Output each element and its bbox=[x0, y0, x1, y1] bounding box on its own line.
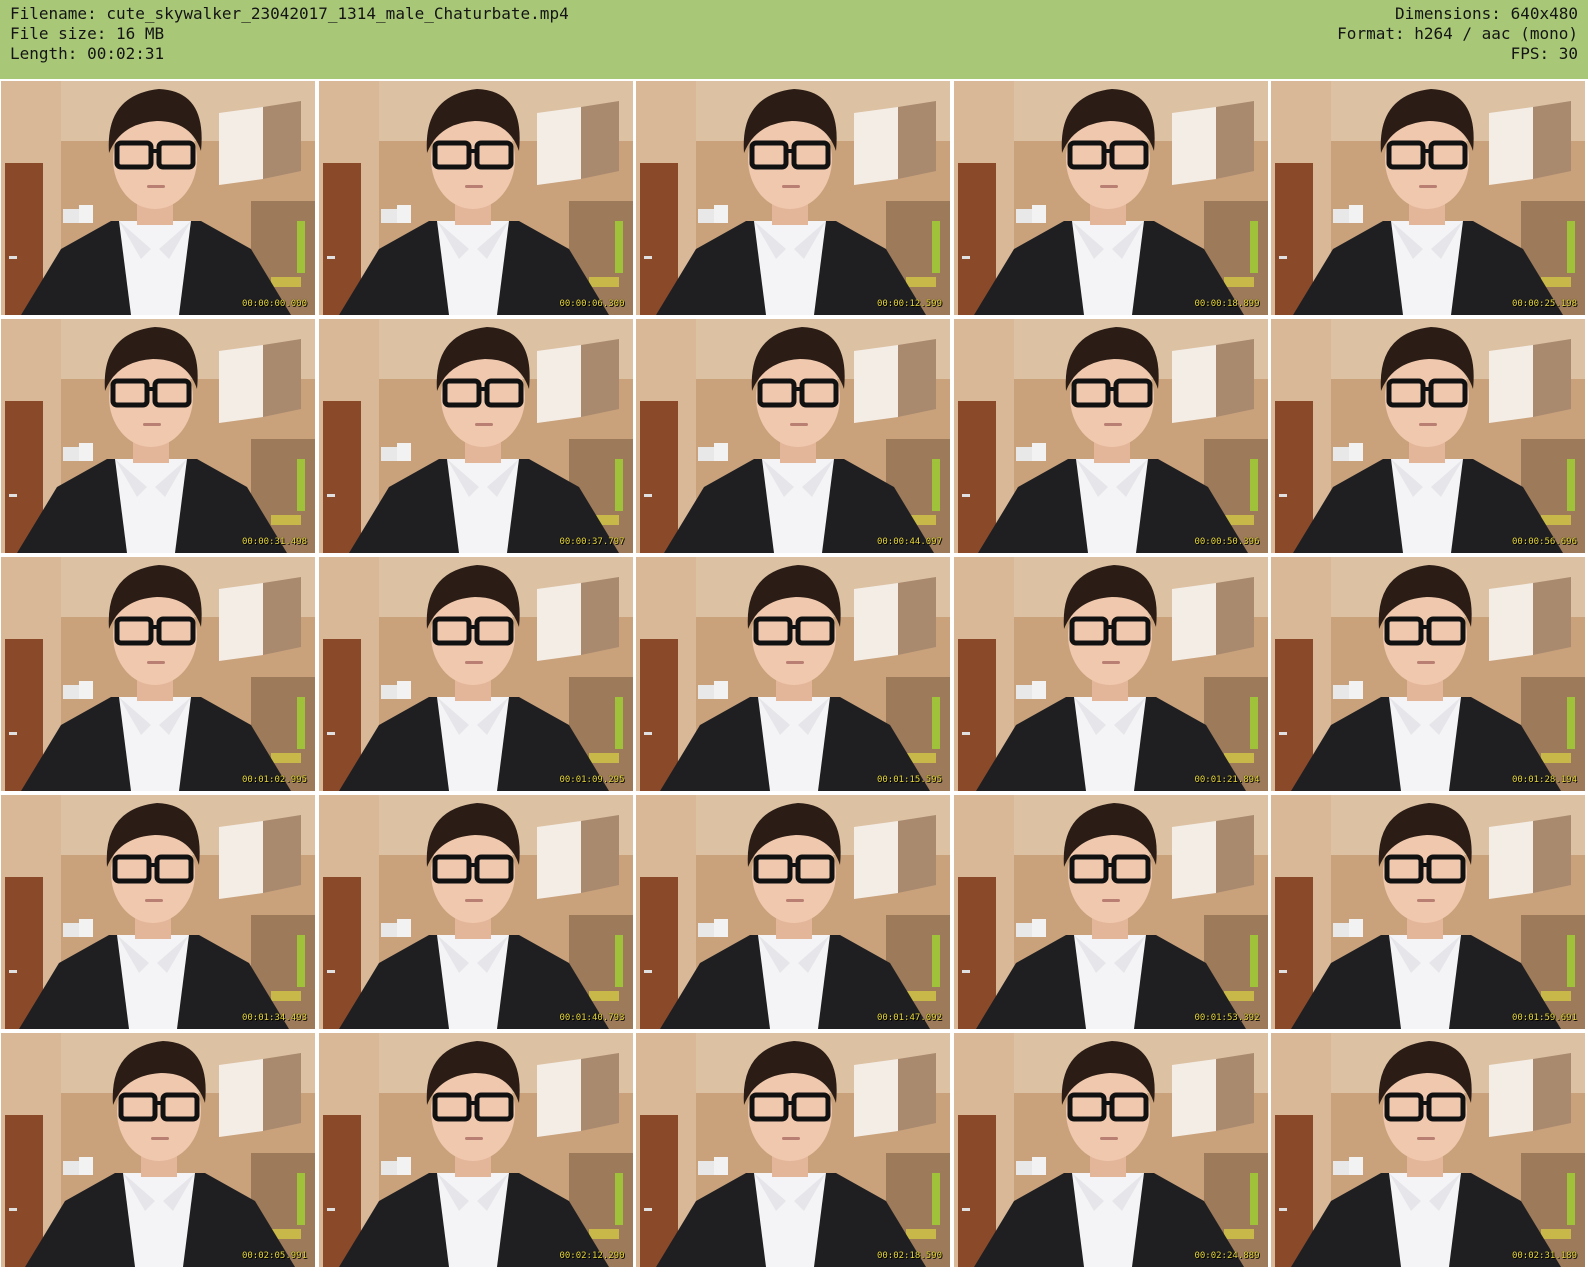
thumbnail-frame: 00:02:18.590 bbox=[636, 1033, 950, 1267]
thumbnail-frame: 00:00:12.599 bbox=[636, 81, 950, 315]
frame-timestamp: 00:00:50.396 bbox=[1194, 537, 1260, 547]
video-frame bbox=[953, 319, 1268, 553]
video-frame bbox=[953, 795, 1268, 1029]
frame-timestamp: 00:01:28.194 bbox=[1511, 775, 1577, 785]
video-frame bbox=[318, 319, 633, 553]
frame-timestamp: 00:01:21.894 bbox=[1194, 775, 1260, 785]
thumbnail-frame: 00:01:40.793 bbox=[318, 795, 633, 1029]
thumbnail-frame: 00:01:28.194 bbox=[1271, 557, 1585, 791]
video-frame bbox=[1271, 795, 1585, 1029]
thumbnail-frame: 00:01:21.894 bbox=[953, 557, 1268, 791]
frame-timestamp: 00:02:12.290 bbox=[559, 1251, 625, 1261]
thumbnail-frame: 00:01:59.691 bbox=[1271, 795, 1585, 1029]
thumbnail-grid: 00:00:00.000 00:00:06.300 00:00:12.599 00:0… bbox=[0, 79, 1588, 1280]
thumbnail-frame: 00:01:53.392 bbox=[953, 795, 1268, 1029]
thumbnail-frame: 00:00:00.000 bbox=[1, 81, 315, 315]
video-frame bbox=[953, 557, 1268, 791]
video-frame bbox=[636, 1033, 950, 1267]
thumbnail-frame: 00:00:31.498 bbox=[1, 319, 315, 553]
video-frame bbox=[953, 1033, 1268, 1267]
thumbnail-frame: 00:00:25.198 bbox=[1271, 81, 1585, 315]
video-frame bbox=[318, 557, 633, 791]
frame-timestamp: 00:02:18.590 bbox=[876, 1251, 942, 1261]
video-frame bbox=[953, 81, 1268, 315]
video-frame bbox=[636, 557, 950, 791]
thumbnail-frame: 00:02:24.889 bbox=[953, 1033, 1268, 1267]
frame-timestamp: 00:00:00.000 bbox=[241, 299, 307, 309]
frame-timestamp: 00:02:31.189 bbox=[1511, 1251, 1577, 1261]
thumbnail-frame: 00:02:12.290 bbox=[318, 1033, 633, 1267]
frame-timestamp: 00:00:18.899 bbox=[1194, 299, 1260, 309]
video-frame bbox=[1271, 557, 1585, 791]
thumbnail-frame: 00:02:05.991 bbox=[1, 1033, 315, 1267]
frame-timestamp: 00:01:53.392 bbox=[1194, 1013, 1260, 1023]
thumbnail-frame: 00:00:37.797 bbox=[318, 319, 633, 553]
thumbnail-frame: 00:01:34.493 bbox=[1, 795, 315, 1029]
frame-timestamp: 00:01:15.595 bbox=[876, 775, 942, 785]
video-frame bbox=[1, 795, 315, 1029]
frame-timestamp: 00:01:02.995 bbox=[241, 775, 307, 785]
frame-timestamp: 00:01:47.092 bbox=[876, 1013, 942, 1023]
video-frame bbox=[1, 557, 315, 791]
thumbnail-frame: 00:02:31.189 bbox=[1271, 1033, 1585, 1267]
length-label: Length: 00:02:31 bbox=[10, 44, 165, 63]
thumbnail-frame: 00:00:44.097 bbox=[636, 319, 950, 553]
file-info-left: Filename: cute_skywalker_23042017_1314_m… bbox=[10, 4, 569, 64]
filename-label: Filename: cute_skywalker_23042017_1314_m… bbox=[10, 4, 569, 23]
frame-timestamp: 00:00:44.097 bbox=[876, 537, 942, 547]
dimensions-label: Dimensions: 640x480 bbox=[1394, 4, 1578, 23]
video-frame bbox=[1, 319, 315, 553]
fps-label: FPS: 30 bbox=[1510, 44, 1578, 63]
format-label: Format: h264 / aac (mono) bbox=[1337, 24, 1578, 43]
info-header: Filename: cute_skywalker_23042017_1314_m… bbox=[0, 0, 1588, 79]
video-frame bbox=[636, 319, 950, 553]
frame-timestamp: 00:00:56.696 bbox=[1511, 537, 1577, 547]
frame-timestamp: 00:02:24.889 bbox=[1194, 1251, 1260, 1261]
frame-timestamp: 00:01:59.691 bbox=[1511, 1013, 1577, 1023]
frame-timestamp: 00:00:31.498 bbox=[241, 537, 307, 547]
frame-timestamp: 00:01:09.295 bbox=[559, 775, 625, 785]
frame-timestamp: 00:00:06.300 bbox=[559, 299, 625, 309]
frame-timestamp: 00:01:34.493 bbox=[241, 1013, 307, 1023]
thumbnail-frame: 00:01:09.295 bbox=[318, 557, 633, 791]
video-frame bbox=[1271, 81, 1585, 315]
filesize-label: File size: 16 MB bbox=[10, 24, 165, 43]
thumbnail-frame: 00:01:02.995 bbox=[1, 557, 315, 791]
file-info-right: Dimensions: 640x480 Format: h264 / aac (… bbox=[1337, 4, 1578, 64]
video-frame bbox=[318, 795, 633, 1029]
frame-timestamp: 00:00:12.599 bbox=[876, 299, 942, 309]
thumbnail-frame: 00:00:50.396 bbox=[953, 319, 1268, 553]
video-frame bbox=[1, 81, 315, 315]
frame-timestamp: 00:00:37.797 bbox=[559, 537, 625, 547]
video-frame bbox=[1271, 319, 1585, 553]
video-frame bbox=[1271, 1033, 1585, 1267]
thumbnail-frame: 00:01:15.595 bbox=[636, 557, 950, 791]
thumbnail-frame: 00:00:06.300 bbox=[318, 81, 633, 315]
frame-timestamp: 00:01:40.793 bbox=[559, 1013, 625, 1023]
video-frame bbox=[1, 1033, 315, 1267]
video-frame bbox=[318, 1033, 633, 1267]
video-frame bbox=[318, 81, 633, 315]
thumbnail-frame: 00:01:47.092 bbox=[636, 795, 950, 1029]
frame-timestamp: 00:02:05.991 bbox=[241, 1251, 307, 1261]
thumbnail-frame: 00:00:56.696 bbox=[1271, 319, 1585, 553]
video-frame bbox=[636, 795, 950, 1029]
frame-timestamp: 00:00:25.198 bbox=[1511, 299, 1577, 309]
video-frame bbox=[636, 81, 950, 315]
thumbnail-frame: 00:00:18.899 bbox=[953, 81, 1268, 315]
